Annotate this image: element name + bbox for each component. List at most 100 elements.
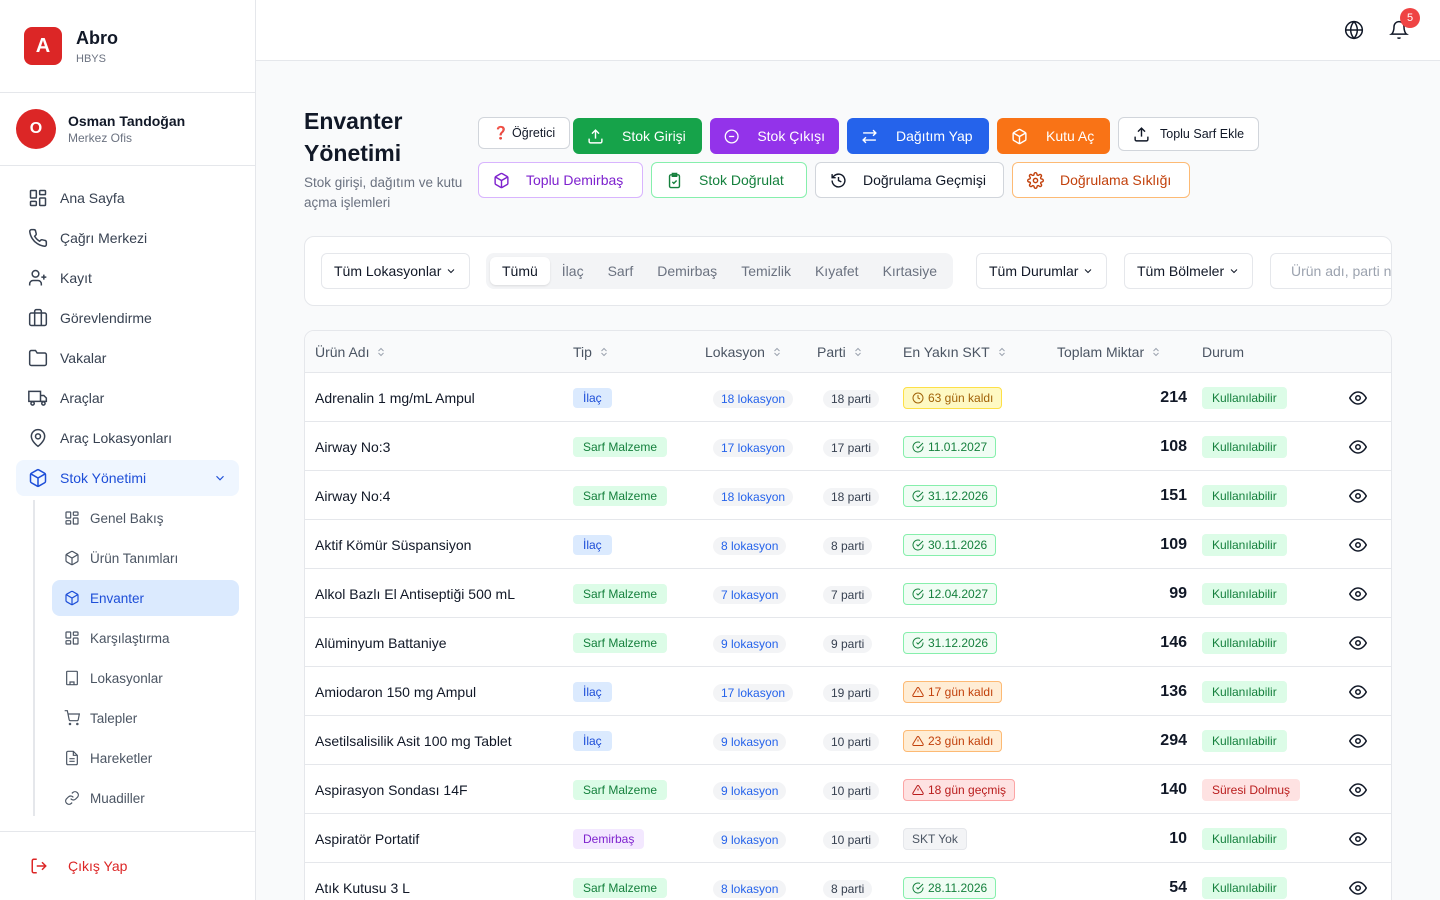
- eye-icon[interactable]: [1349, 585, 1367, 603]
- sidebar-item-label: Araçlar: [60, 390, 105, 406]
- expiry-text: 18 gün geçmiş: [928, 782, 1007, 797]
- eye-icon[interactable]: [1349, 879, 1367, 897]
- tab-sarf[interactable]: Sarf: [596, 257, 646, 285]
- tab-tumu[interactable]: Tümü: [490, 257, 550, 285]
- column-header-parti[interactable]: Parti: [817, 344, 864, 360]
- table-row[interactable]: Alkol Bazlı El Antiseptiği 500 mL Sarf Ma…: [305, 569, 1391, 618]
- sort-icon: [998, 347, 1005, 357]
- column-header-urun-adi[interactable]: Ürün Adı: [315, 344, 387, 360]
- sidebar-item-gorevlendirme[interactable]: Görevlendirme: [16, 300, 239, 336]
- eye-icon[interactable]: [1349, 438, 1367, 456]
- tab-kirtasiye[interactable]: Kırtasiye: [871, 257, 949, 285]
- tab-kiyafet[interactable]: Kıyafet: [803, 257, 871, 285]
- status-select-value: Tüm Durumlar: [989, 263, 1079, 279]
- sort-icon: [774, 347, 780, 357]
- sidebar-subitem-muadiller[interactable]: Muadiller: [52, 780, 239, 816]
- grid-icon: [65, 631, 79, 645]
- sidebar-subitem-karsilastirma[interactable]: Karşılaştırma: [52, 620, 239, 656]
- status-badge: Süresi Dolmuş: [1202, 778, 1301, 801]
- eye-icon[interactable]: [1349, 683, 1367, 701]
- locations-link[interactable]: 9 lokasyon: [713, 781, 787, 800]
- eye-icon[interactable]: [1349, 634, 1367, 652]
- sidebar-subitem-lokasyonlar[interactable]: Lokasyonlar: [52, 660, 239, 696]
- column-header-toplam-miktar[interactable]: Toplam Miktar: [1057, 344, 1162, 360]
- table-row[interactable]: Alüminyum Battaniye Sarf Malzeme 9 lokasyo…: [305, 618, 1391, 667]
- locations-link[interactable]: 17 lokasyon: [713, 683, 794, 702]
- sidebar-subitem-genel-bakis[interactable]: Genel Bakış: [52, 500, 239, 536]
- sidebar-item-kayit[interactable]: Kayıt: [16, 260, 239, 296]
- location-select[interactable]: Tüm Lokasyonlar: [321, 253, 471, 289]
- table-row[interactable]: Atık Kutusu 3 L Sarf Malzeme 8 lokasyon 8 p…: [305, 863, 1391, 900]
- table-row[interactable]: Asetilsalisilik Asit 100 mg Tablet İlaç 9 …: [305, 716, 1391, 765]
- open-box-button[interactable]: Kutu Aç: [997, 118, 1110, 154]
- filter-bar: Tüm Lokasyonlar Tümü İlaç Sarf Demirbaş …: [304, 236, 1392, 306]
- column-header-label: En Yakın SKT: [903, 344, 990, 360]
- table-row[interactable]: Airway No:4 Sarf Malzeme 18 lokasyon 18 par…: [305, 471, 1391, 520]
- department-select[interactable]: Tüm Bölmeler: [1124, 253, 1254, 289]
- eye-icon[interactable]: [1349, 536, 1367, 554]
- sidebar-item-cagri-merkezi[interactable]: Çağrı Merkezi: [16, 220, 239, 256]
- locations-link[interactable]: 18 lokasyon: [713, 487, 794, 506]
- sidebar-subitem-envanter[interactable]: Envanter: [52, 580, 239, 616]
- chevron-down-icon[interactable]: [213, 471, 227, 485]
- column-header-skt[interactable]: En Yakın SKT: [903, 344, 1008, 360]
- search-input[interactable]: [1291, 263, 1391, 279]
- sidebar-item-arac-lokasyonlari[interactable]: Araç Lokasyonları: [16, 420, 239, 456]
- type-badge: Sarf Malzeme: [573, 583, 668, 604]
- brand[interactable]: A Abro HBYS: [0, 0, 255, 93]
- stock-in-button[interactable]: Stok Girişi: [573, 118, 702, 154]
- sidebar-item-araclar[interactable]: Araçlar: [16, 380, 239, 416]
- type-badge: İlaç: [573, 534, 612, 555]
- tab-ilac[interactable]: İlaç: [550, 257, 596, 285]
- locations-link[interactable]: 9 lokasyon: [713, 732, 787, 751]
- bulk-asset-button[interactable]: Toplu Demirbaş: [478, 162, 643, 198]
- locations-link[interactable]: 8 lokasyon: [713, 879, 787, 898]
- table-row[interactable]: Airway No:3 Sarf Malzeme 17 lokasyon 17 par…: [305, 422, 1391, 471]
- tab-demirbas[interactable]: Demirbaş: [645, 257, 729, 285]
- sidebar-nav: Ana Sayfa Çağrı Merkezi Kayıt Görevlendi…: [16, 180, 239, 820]
- logout-button[interactable]: Çıkış Yap: [0, 831, 255, 900]
- table-row[interactable]: Aspirasyon Sondası 14F Sarf Malzeme 9 loka…: [305, 765, 1391, 814]
- eye-icon[interactable]: [1349, 487, 1367, 505]
- status-badge: Kullanılabilir: [1202, 435, 1287, 458]
- tutorial-button[interactable]: ❓ Öğretici: [478, 117, 571, 149]
- column-header-tip[interactable]: Tip: [573, 344, 610, 360]
- open-box-label: Kutu Aç: [1046, 128, 1095, 144]
- eye-icon[interactable]: [1349, 781, 1367, 799]
- clipboard-check-icon: [668, 172, 681, 188]
- tab-temizlik[interactable]: Temizlik: [729, 257, 803, 285]
- user-profile[interactable]: O Osman Tandoğan Merkez Ofis: [0, 93, 255, 166]
- eye-icon[interactable]: [1349, 389, 1367, 407]
- sidebar-item-stok-yonetimi[interactable]: Stok Yönetimi: [16, 460, 239, 496]
- table-row[interactable]: Amiodaron 150 mg Ampul İlaç 17 lokasyon 19 …: [305, 667, 1391, 716]
- status-select[interactable]: Tüm Durumlar: [976, 253, 1108, 289]
- globe-icon[interactable]: [1344, 20, 1364, 40]
- bulk-consumable-button[interactable]: Toplu Sarf Ekle: [1118, 117, 1260, 151]
- sidebar-subitem-talepler[interactable]: Talepler: [52, 700, 239, 736]
- locations-link[interactable]: 17 lokasyon: [713, 438, 794, 457]
- locations-link[interactable]: 8 lokasyon: [713, 536, 787, 555]
- eye-icon[interactable]: [1349, 732, 1367, 750]
- expiry-text: 30.11.2026: [928, 537, 988, 552]
- locations-link[interactable]: 9 lokasyon: [713, 634, 787, 653]
- sidebar-subitem-urun-tanimlari[interactable]: Ürün Tanımları: [52, 540, 239, 576]
- verify-stock-button[interactable]: Stok Doğrulat: [651, 162, 807, 198]
- distribute-button[interactable]: Dağıtım Yap: [847, 118, 989, 154]
- table-row[interactable]: Aktif Kömür Süspansiyon İlaç 8 lokasyon 8 p…: [305, 520, 1391, 569]
- column-header-lokasyon[interactable]: Lokasyon: [705, 344, 783, 360]
- verification-frequency-button[interactable]: Doğrulama Sıklığı: [1012, 162, 1190, 198]
- expiry-badge: 12.04.2027: [903, 582, 998, 605]
- notification-badge: 5: [1400, 8, 1420, 28]
- locations-link[interactable]: 9 lokasyon: [713, 830, 787, 849]
- sidebar-item-vakalar[interactable]: Vakalar: [16, 340, 239, 376]
- eye-icon[interactable]: [1349, 830, 1367, 848]
- locations-link[interactable]: 7 lokasyon: [713, 585, 787, 604]
- sidebar-subitem-hareketler[interactable]: Hareketler: [52, 740, 239, 776]
- stock-out-button[interactable]: Stok Çıkışı: [710, 118, 839, 154]
- verification-history-button[interactable]: Doğrulama Geçmişi: [815, 162, 1004, 198]
- sidebar-item-ana-sayfa[interactable]: Ana Sayfa: [16, 180, 239, 216]
- table-row[interactable]: Adrenalin 1 mg/mL Ampul İlaç 18 lokasyon 18…: [305, 373, 1391, 422]
- table-row[interactable]: Aspiratör Portatif Demirbaş 9 lokasyon 10 p…: [305, 814, 1391, 863]
- cell-total-qty: 108: [1160, 437, 1187, 455]
- locations-link[interactable]: 18 lokasyon: [713, 389, 794, 408]
